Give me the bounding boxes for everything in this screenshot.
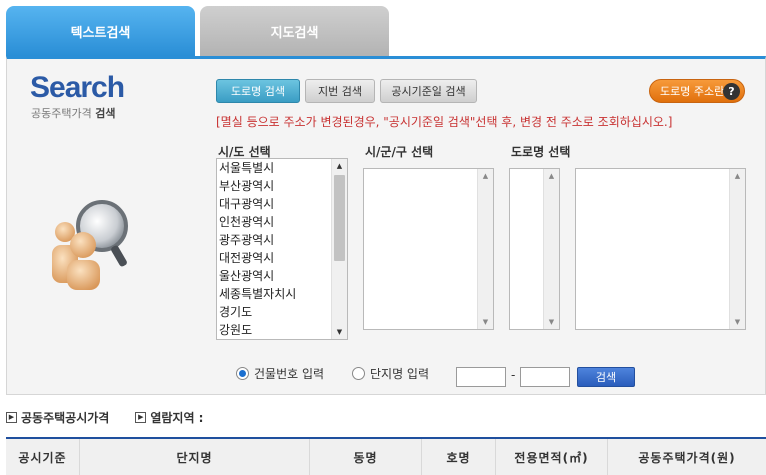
- th-price: 공동주택가격(원): [638, 450, 736, 465]
- subtitle-prefix: 공동주택가격: [31, 107, 92, 120]
- sido-option[interactable]: 서울특별시: [217, 159, 331, 177]
- scroll-up-icon[interactable]: ▲: [478, 169, 493, 183]
- tab-text-search[interactable]: 텍스트검색: [6, 6, 195, 56]
- sigungu-label: 시/군/구 선택: [365, 145, 434, 159]
- tab-map-search[interactable]: 지도검색: [200, 6, 389, 56]
- building-number-radio-row[interactable]: 건물번호 입력: [236, 365, 324, 382]
- road-name-scrollbar[interactable]: ▲ ▼: [729, 169, 745, 329]
- road-initial-listbox[interactable]: ▲ ▼: [509, 168, 560, 330]
- complex-name-radio-row[interactable]: 단지명 입력: [352, 365, 429, 382]
- jibun-search-button[interactable]: 지번 검색: [305, 79, 375, 103]
- sido-option[interactable]: 인천광역시: [217, 213, 331, 231]
- notice-text: [멸실 등으로 주소가 변경된경우, "공시기준일 검색"선택 후, 변경 전 …: [216, 115, 673, 129]
- subtitle-bold: 검색: [95, 107, 116, 120]
- road-label: 도로명 선택: [511, 145, 571, 159]
- sido-option[interactable]: 광주광역시: [217, 231, 331, 249]
- sigungu-listbox[interactable]: ▲ ▼: [363, 168, 494, 330]
- price-link[interactable]: 공동주택공시가격: [21, 409, 109, 426]
- number-to-input[interactable]: [520, 367, 570, 387]
- sido-listbox[interactable]: 서울특별시 부산광역시 대구광역시 인천광역시 광주광역시 대전광역시 울산광역시 세종특별자…: [216, 158, 348, 340]
- sido-option[interactable]: 대구광역시: [217, 195, 331, 213]
- sido-option[interactable]: 부산광역시: [217, 177, 331, 195]
- scroll-down-icon[interactable]: ▼: [332, 325, 347, 339]
- road-name-listbox[interactable]: ▲ ▼: [575, 168, 746, 330]
- sido-scrollbar[interactable]: ▲ ▼: [331, 159, 347, 339]
- sido-list: 서울특별시 부산광역시 대구광역시 인천광역시 광주광역시 대전광역시 울산광역시 세종특별자…: [217, 159, 331, 339]
- th-complex-name: 단지명: [80, 439, 310, 475]
- scroll-up-icon[interactable]: ▲: [730, 169, 745, 183]
- range-dash: -: [511, 368, 516, 382]
- complex-name-radio[interactable]: [352, 367, 365, 380]
- sido-option[interactable]: 세종특별자치시: [217, 285, 331, 303]
- th-dong: 동명: [310, 439, 422, 475]
- th-notice-date: 공시기준: [6, 439, 80, 475]
- building-number-radio[interactable]: [236, 367, 249, 380]
- scroll-up-icon[interactable]: ▲: [332, 159, 347, 173]
- notice-date-search-button[interactable]: 공시기준일 검색: [380, 79, 477, 103]
- sigungu-scrollbar[interactable]: ▲ ▼: [477, 169, 493, 329]
- results-table-header: 공시기준 단지명 동명 호명 전용면적(㎡) 공동주택가격(원): [6, 437, 766, 475]
- search-panel: Search 공동주택가격 검색 도로명 검색 지번 검색 공시기준일 검색 도…: [6, 56, 766, 395]
- scroll-up-icon[interactable]: ▲: [544, 169, 559, 183]
- scroll-thumb[interactable]: [334, 175, 345, 261]
- info-row: ▶ 공동주택공시가격 ▶ 열람지역 :: [6, 409, 203, 426]
- scroll-down-icon[interactable]: ▼: [730, 315, 745, 329]
- person-magnifier-icon: [52, 200, 128, 290]
- th-ho: 호명: [422, 439, 496, 475]
- arrow-right-icon: ▶: [135, 412, 147, 423]
- arrow-right-icon: ▶: [6, 412, 17, 423]
- sido-option[interactable]: 경기도: [217, 303, 331, 321]
- number-from-input[interactable]: [456, 367, 506, 387]
- question-icon: ?: [723, 83, 740, 100]
- complex-name-label: 단지명 입력: [370, 367, 430, 381]
- sido-option[interactable]: 대전광역시: [217, 249, 331, 267]
- search-subtitle: 공동주택가격 검색: [31, 105, 115, 121]
- area-label: 열람지역 :: [150, 411, 204, 425]
- search-button[interactable]: 검색: [577, 367, 635, 387]
- search-logo: Search: [30, 71, 125, 104]
- sido-option[interactable]: 울산광역시: [217, 267, 331, 285]
- building-number-label: 건물번호 입력: [254, 367, 325, 381]
- road-search-button[interactable]: 도로명 검색: [216, 79, 300, 103]
- th-area: 전용면적(㎡): [496, 439, 608, 475]
- road-initial-scrollbar[interactable]: ▲ ▼: [543, 169, 559, 329]
- road-address-help-button[interactable]: 도로명 주소란 ?: [649, 79, 745, 103]
- sido-option[interactable]: 강원도: [217, 321, 331, 339]
- road-help-label: 도로명 주소란: [660, 85, 725, 98]
- scroll-down-icon[interactable]: ▼: [544, 315, 559, 329]
- scroll-down-icon[interactable]: ▼: [478, 315, 493, 329]
